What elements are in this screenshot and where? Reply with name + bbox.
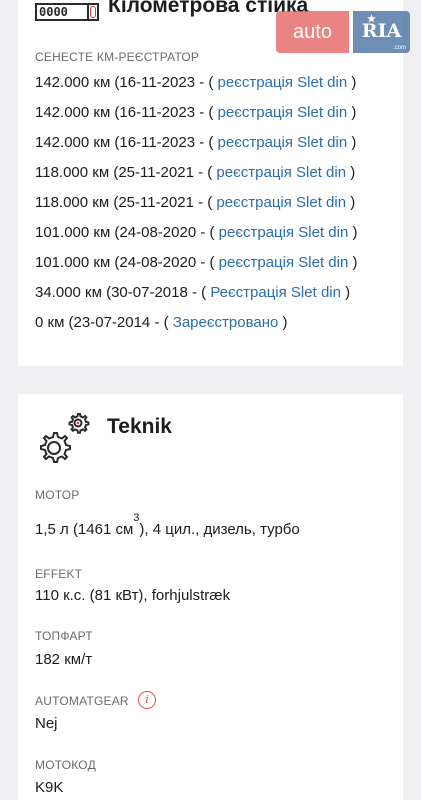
registration-link[interactable]: реєстрація Slet din xyxy=(216,194,346,211)
autoria-logo: auto ★ RIA .com xyxy=(276,11,410,55)
logo-auto-text: auto xyxy=(276,11,349,53)
effect-label: EFFEKT xyxy=(35,567,83,581)
odometer-entry: 142.000 км (16-11-2023 - ( реєстрація Sl… xyxy=(35,134,357,151)
topspeed-value: 182 км/т xyxy=(35,651,93,668)
info-icon[interactable]: i xyxy=(138,691,156,709)
star-icon: ★ xyxy=(367,14,376,25)
odometer-section-label: СЕНЕСТЕ КМ-РЕЄСТРАТОР xyxy=(35,50,200,64)
odometer-icon: 0000 xyxy=(35,3,99,21)
registered-link[interactable]: Зареєстровано xyxy=(173,314,279,331)
motor-value: 1,5 л (1461 см3), 4 цил., дизель, турбо xyxy=(35,512,300,538)
motor-code-label: МОТОКОД xyxy=(35,758,96,772)
registration-link[interactable]: реєстрація Slet din xyxy=(218,104,348,121)
automatic-gear-label: AUTOMATGEAR xyxy=(35,694,129,708)
logo-ria-block: ★ RIA .com xyxy=(353,11,410,53)
topspeed-label: ТОПФАРТ xyxy=(35,629,93,643)
motor-label: МОТОР xyxy=(35,488,80,502)
registration-link[interactable]: реєстрація Slet din xyxy=(219,254,349,271)
registration-link[interactable]: реєстрація Slet din xyxy=(218,134,348,151)
motor-code-value: K9K xyxy=(35,779,64,796)
automatic-gear-value: Nej xyxy=(35,715,58,732)
registration-link[interactable]: реєстрація Slet din xyxy=(219,224,349,241)
odometer-entry: 0 км (23-07-2014 - ( Зареєстровано ) xyxy=(35,314,288,331)
odometer-entry: 118.000 км (25-11-2021 - ( реєстрація Sl… xyxy=(35,164,356,181)
odometer-entry: 118.000 км (25-11-2021 - ( реєстрація Sl… xyxy=(35,194,356,211)
technical-card: Teknik МОТОР 1,5 л (1461 см3), 4 цил., д… xyxy=(18,394,403,800)
logo-domain-text: .com xyxy=(392,45,406,51)
registration-link[interactable]: Реєстрація Slet din xyxy=(210,284,341,301)
odometer-entry: 142.000 км (16-11-2023 - ( реєстрація Sl… xyxy=(35,104,357,121)
odometer-icon-digits: 0000 xyxy=(39,5,68,19)
odometer-entry: 142.000 км (16-11-2023 - ( реєстрація Sl… xyxy=(35,74,357,91)
effect-value: 110 к.с. (81 кВт), forhjulstræk xyxy=(35,587,231,604)
odometer-entry: 101.000 км (24-08-2020 - ( реєстрація Sl… xyxy=(35,224,358,241)
registration-link[interactable]: реєстрація Slet din xyxy=(218,74,348,91)
odometer-entry: 34.000 км (30-07-2018 - ( Реєстрація Sle… xyxy=(35,284,351,301)
technical-title: Teknik xyxy=(107,415,172,438)
odometer-entry: 101.000 км (24-08-2020 - ( реєстрація Sl… xyxy=(35,254,358,271)
odometer-list: 142.000 км (16-11-2023 - ( реєстрація Sl… xyxy=(35,72,357,342)
gears-icon xyxy=(40,413,90,463)
registration-link[interactable]: реєстрація Slet din xyxy=(216,164,346,181)
